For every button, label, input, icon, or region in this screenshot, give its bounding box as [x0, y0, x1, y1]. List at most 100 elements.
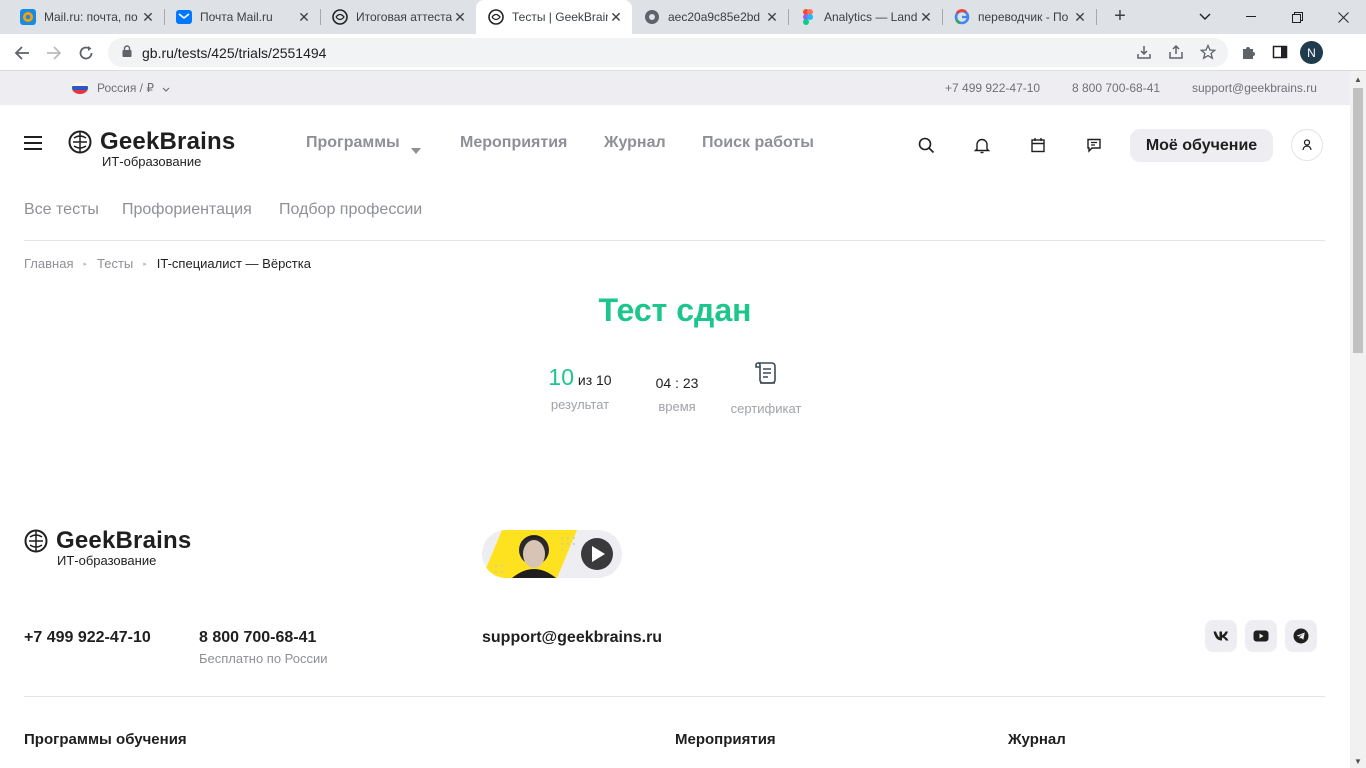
footer-brand-name: GeekBrains — [56, 527, 192, 554]
close-tab-icon[interactable]: ✕ — [452, 9, 468, 26]
browser-tab[interactable]: переводчик - По ✕ — [942, 0, 1096, 34]
topbar-phone-free[interactable]: 8 800 700-68-41 — [1072, 81, 1160, 95]
my-learning-button[interactable]: Моё обучение — [1130, 129, 1273, 162]
close-tab-icon[interactable]: ✕ — [764, 9, 780, 26]
messages-icon[interactable] — [1082, 133, 1106, 157]
breadcrumb-separator-icon: ▸ — [83, 260, 87, 268]
nav-journal[interactable]: Журнал — [604, 134, 666, 152]
brand-name: GeekBrains — [100, 128, 236, 155]
browser-tab-title: Почта Mail.ru — [200, 10, 273, 24]
browser-tab-active[interactable]: Тесты | GeekBrain ✕ — [476, 0, 632, 34]
subnav-divider — [24, 240, 1325, 241]
footer-events-heading[interactable]: Мероприятия — [675, 731, 776, 748]
reload-icon[interactable] — [72, 39, 100, 67]
back-icon[interactable] — [8, 39, 36, 67]
geekbrains-logo-icon — [24, 529, 48, 558]
certificate-stat[interactable]: сертификат — [726, 360, 806, 416]
menu-burger-icon[interactable] — [24, 136, 42, 154]
forward-icon[interactable] — [40, 39, 68, 67]
footer-journal-heading[interactable]: Журнал — [1008, 731, 1066, 748]
browser-tab-title: Тесты | GeekBrain — [512, 10, 608, 24]
footer-phone-free[interactable]: 8 800 700-68-41 — [199, 629, 316, 647]
profile-avatar[interactable]: N — [1300, 41, 1323, 64]
page-scrollbar[interactable]: ▲ ▼ — [1350, 71, 1366, 768]
certificate-scroll-icon[interactable] — [726, 360, 806, 386]
minimize-icon[interactable] — [1228, 0, 1274, 34]
topbar-phone-moscow[interactable]: +7 499 922-47-10 — [945, 81, 1040, 95]
browser-tab-title: Итоговая аттеста — [356, 10, 452, 24]
restore-icon[interactable] — [1274, 0, 1320, 34]
browser-tab-title: переводчик - По — [978, 10, 1069, 24]
footer-logo[interactable]: GeekBrains ИТ-образование — [24, 527, 192, 568]
browser-tab-strip: Mail.ru: почта, по ✕ Почта Mail.ru ✕ Ито… — [0, 0, 1366, 34]
mail-envelope-icon — [176, 9, 192, 25]
browser-tab-title: Mail.ru: почта, по — [44, 10, 138, 24]
close-window-icon[interactable] — [1320, 0, 1366, 34]
search-icon[interactable] — [914, 133, 938, 157]
nav-job-search[interactable]: Поиск работы — [702, 134, 814, 152]
google-icon — [954, 9, 970, 25]
close-tab-icon[interactable]: ✕ — [608, 9, 624, 26]
site-logo[interactable]: GeekBrains ИТ-образование — [68, 128, 236, 169]
browser-tab[interactable]: Analytics — Land ✕ — [788, 0, 942, 34]
footer-programs-heading[interactable]: Программы обучения — [24, 731, 187, 748]
new-tab-button[interactable]: + — [1108, 5, 1132, 29]
play-icon[interactable] — [577, 538, 609, 570]
time-stat: 04 : 23 время — [642, 375, 712, 414]
nav-programs[interactable]: Программы — [306, 134, 400, 152]
close-tab-icon[interactable]: ✕ — [918, 9, 934, 26]
browser-tab-title: Analytics — Land — [824, 10, 918, 24]
web-page: Россия / ₽ +7 499 922-47-10 8 800 700-68… — [0, 71, 1350, 768]
footer-email[interactable]: support@geekbrains.ru — [482, 629, 662, 647]
certificate-label: сертификат — [730, 401, 802, 416]
mailru-icon — [20, 9, 36, 25]
breadcrumb-separator-icon: ▸ — [143, 260, 147, 268]
close-tab-icon[interactable]: ✕ — [296, 9, 312, 26]
footer-phone-moscow[interactable]: +7 499 922-47-10 — [24, 629, 151, 647]
browser-tab[interactable]: Почта Mail.ru ✕ — [156, 0, 320, 34]
browser-tab[interactable]: aec20a9c85e2bd ✕ — [632, 0, 788, 34]
score-stat: 10 из 10 результат — [540, 364, 620, 412]
figma-icon — [800, 9, 816, 25]
notifications-bell-icon[interactable] — [970, 133, 994, 157]
scrollbar-thumb[interactable] — [1353, 88, 1363, 353]
scroll-down-arrow-icon[interactable]: ▼ — [1354, 757, 1362, 766]
breadcrumb-tests[interactable]: Тесты — [97, 256, 133, 271]
youtube-icon[interactable] — [1245, 620, 1277, 652]
tab-separator — [1096, 9, 1097, 25]
nav-events[interactable]: Мероприятия — [460, 134, 567, 152]
topbar-email[interactable]: support@geekbrains.ru — [1192, 81, 1317, 95]
geekbrains-icon — [332, 9, 348, 25]
browser-tab[interactable]: Mail.ru: почта, по ✕ — [0, 0, 164, 34]
subnav-career-guidance[interactable]: Профориентация — [122, 201, 252, 219]
breadcrumb-home[interactable]: Главная — [24, 256, 73, 271]
footer-phone-note: Бесплатно по России — [199, 651, 328, 666]
calendar-icon[interactable] — [1026, 133, 1050, 157]
bookmark-star-icon[interactable] — [1197, 41, 1219, 63]
region-selector[interactable]: Россия / ₽ — [72, 81, 170, 95]
chevron-down-icon — [162, 81, 170, 95]
score-value: 10 — [548, 364, 574, 390]
tab-search-chevron-icon[interactable] — [1182, 0, 1228, 34]
share-icon[interactable] — [1165, 41, 1187, 63]
geekbrains-icon — [488, 9, 504, 25]
address-bar[interactable]: gb.ru/tests/425/trials/2551494 — [108, 38, 1228, 67]
russia-flag-icon — [72, 82, 88, 94]
subnav-all-tests[interactable]: Все тесты — [24, 201, 99, 219]
time-value: 04 : 23 — [655, 375, 699, 391]
extensions-icon[interactable] — [1237, 41, 1259, 63]
subnav-profession-match[interactable]: Подбор профессии — [279, 201, 422, 219]
scroll-up-arrow-icon[interactable]: ▲ — [1354, 75, 1362, 84]
test-result-title: Тест сдан — [598, 292, 752, 328]
browser-tab[interactable]: Итоговая аттеста ✕ — [312, 0, 476, 34]
side-panel-icon[interactable] — [1269, 41, 1291, 63]
site-header: GeekBrains ИТ-образование Программы Меро… — [0, 105, 1350, 175]
telegram-icon[interactable] — [1285, 620, 1317, 652]
user-profile-icon[interactable] — [1291, 129, 1323, 161]
vk-icon[interactable] — [1205, 620, 1237, 652]
close-tab-icon[interactable]: ✕ — [140, 9, 156, 26]
install-app-icon[interactable] — [1133, 41, 1155, 63]
score-label: результат — [550, 397, 610, 412]
close-tab-icon[interactable]: ✕ — [1072, 9, 1088, 26]
programs-dropdown-icon[interactable] — [411, 141, 421, 159]
